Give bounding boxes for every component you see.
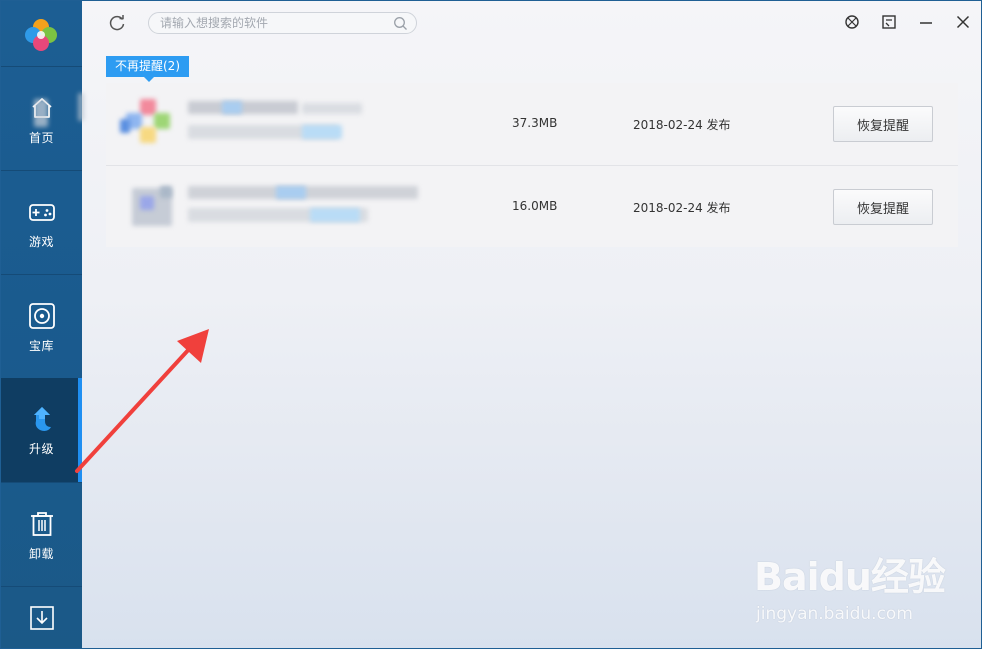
watermark-brand: Baidu经验 [754, 555, 946, 599]
search-input[interactable] [160, 15, 390, 31]
sidebar-item-treasury[interactable]: 宝库 [1, 275, 82, 379]
list-item[interactable]: 37.3MB 2018-02-24 发布 恢复提醒 [106, 83, 958, 165]
sidebar-item-games[interactable]: 游戏 [1, 171, 82, 275]
sidebar-item-label: 游戏 [28, 234, 54, 249]
blurred-artifact [34, 99, 48, 127]
treasury-icon [28, 302, 55, 329]
app-size: 37.3MB [512, 116, 558, 130]
main-panel: 不再提醒(2) 37.3MB 2018-02-24 发布 [34, 1, 981, 648]
restore-reminder-button[interactable]: 恢复提醒 [833, 189, 933, 225]
app-name-blurred [188, 101, 298, 114]
search-box [148, 12, 417, 34]
trash-icon [30, 511, 53, 536]
list-item[interactable]: 16.0MB 2018-02-24 发布 恢复提醒 [106, 165, 958, 247]
upgrade-icon [33, 406, 51, 431]
watermark-url: jingyan.baidu.com [756, 604, 913, 624]
top-bar [82, 1, 981, 45]
download-manager-button[interactable] [1, 587, 82, 648]
feedback-icon[interactable] [880, 13, 898, 31]
app-size: 16.0MB [512, 199, 558, 213]
sidebar-item-upgrade[interactable]: 升级 [1, 378, 82, 482]
sidebar-item-label: 首页 [28, 130, 54, 145]
app-icon-blurred [120, 99, 178, 155]
gamepad-icon [28, 203, 55, 221]
sidebar-item-label: 宝库 [28, 338, 54, 353]
restore-reminder-button[interactable]: 恢复提醒 [833, 106, 933, 142]
download-icon [29, 606, 54, 630]
app-logo-icon[interactable] [23, 17, 59, 53]
sidebar-item-uninstall[interactable]: 卸载 [1, 483, 82, 587]
blurred-artifact [78, 93, 84, 121]
app-list: 37.3MB 2018-02-24 发布 恢复提醒 16.0MB 2018-02… [106, 83, 958, 247]
refresh-icon[interactable] [107, 13, 127, 33]
sidebar-item-label: 升级 [28, 441, 54, 456]
app-icon-blurred [126, 182, 178, 238]
sidebar-item-label: 卸载 [28, 546, 54, 561]
release-date: 2018-02-24 发布 [633, 201, 731, 215]
app-window: 首页 游戏 宝库 升级 卸载 请输入想搜索的软件 不再提醒(2) 37.3MB … [0, 0, 982, 649]
close-icon[interactable] [954, 13, 972, 31]
skin-icon[interactable] [843, 13, 861, 31]
ignored-updates-tab[interactable]: 不再提醒(2) [106, 56, 189, 82]
release-date: 2018-02-24 发布 [633, 118, 731, 132]
baidu-jingyan-watermark: Baidu经验 jingyan.baidu.com [754, 546, 946, 636]
minimize-icon[interactable] [917, 13, 935, 31]
search-icon[interactable] [393, 16, 408, 31]
